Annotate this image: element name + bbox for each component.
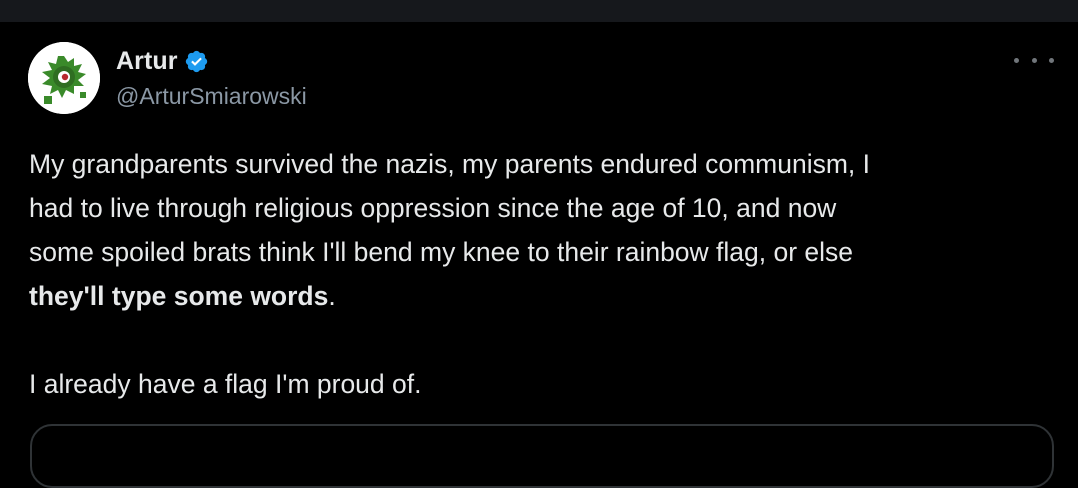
- tweet-bold-suffix: .: [328, 281, 336, 311]
- avatar-image: [28, 42, 100, 114]
- paragraph-break: [29, 318, 1039, 362]
- author-name-row[interactable]: Artur: [116, 46, 209, 76]
- tweet-line-2: had to live through religious oppression…: [29, 193, 837, 223]
- verified-badge-icon[interactable]: [184, 49, 209, 74]
- tweet-body: My grandparents survived the nazis, my p…: [29, 142, 1039, 406]
- tweet-closing-line: I already have a flag I'm proud of.: [29, 369, 422, 399]
- more-options-icon[interactable]: [1014, 52, 1054, 68]
- tweet-line-4: they'll type some words.: [29, 274, 1039, 318]
- tweet-card[interactable]: Artur @ArturSmiarowski My grandparents s…: [0, 22, 1078, 488]
- media-card[interactable]: [30, 424, 1054, 488]
- author-handle[interactable]: @ArturSmiarowski: [116, 83, 307, 110]
- top-bar: [0, 0, 1078, 22]
- tweet-bold-fragment: they'll type some words: [29, 281, 329, 311]
- tweet-line-3: some spoiled brats think I'll bend my kn…: [29, 237, 854, 267]
- avatar[interactable]: [28, 42, 100, 114]
- tweet-line-1: My grandparents survived the nazis, my p…: [29, 149, 871, 179]
- display-name[interactable]: Artur: [116, 47, 178, 76]
